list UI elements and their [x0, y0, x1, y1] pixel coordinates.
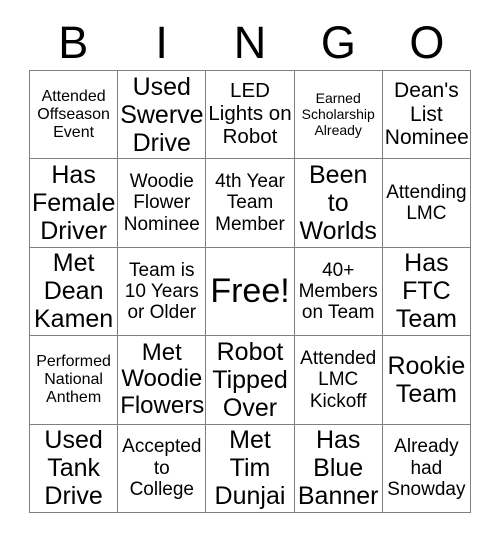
bingo-cell-label: Team is 10 Years or Older	[124, 259, 199, 324]
bingo-cell[interactable]: Attended LMC Kickoff	[294, 336, 383, 425]
bingo-cell-label: Has Blue Banner	[297, 426, 379, 511]
bingo-cell[interactable]: Performed National Anthem	[30, 336, 119, 425]
bingo-cell-label: Used Swerve Drive	[120, 72, 204, 157]
bingo-cell[interactable]: Accepted to College	[118, 424, 207, 513]
bingo-cell[interactable]: Met Woodie Flowers	[118, 336, 207, 425]
bingo-cell-label: Rookie Team	[387, 351, 466, 408]
bingo-cell-label: 40+ Members on Team	[298, 259, 378, 324]
bingo-cell-label: Accepted to College	[122, 436, 202, 500]
bingo-cell-label: Met Tim Dunjai	[214, 426, 286, 511]
bingo-cell[interactable]: 4th Year Team Member	[206, 159, 295, 248]
bingo-cell[interactable]: 40+ Members on Team	[294, 247, 383, 337]
bingo-header-row: B I N G O	[29, 14, 471, 70]
bingo-cell-label: Performed National Anthem	[36, 353, 111, 406]
bingo-free-space[interactable]: Free!	[206, 247, 295, 337]
header-letter-n: N	[233, 16, 267, 68]
bingo-cell-label: Robot Tipped Over	[212, 337, 288, 422]
bingo-cell[interactable]: Met Dean Kamen	[30, 247, 119, 337]
header-letter-i: I	[155, 16, 168, 68]
bingo-cell[interactable]: Has Female Driver	[30, 159, 119, 248]
bingo-cell-label: Free!	[210, 272, 290, 311]
bingo-cell[interactable]: Already had Snowday	[382, 424, 471, 513]
bingo-cell[interactable]: Woodie Flower Nominee	[118, 159, 207, 248]
bingo-cell-label: Attended LMC Kickoff	[300, 347, 377, 412]
bingo-cell-label: Been to Worlds	[299, 161, 377, 246]
bingo-card: B I N G O Attended Offseason Event Used S…	[0, 0, 500, 544]
bingo-grid: Attended Offseason Event Used Swerve Driv…	[29, 70, 471, 513]
bingo-cell[interactable]: Robot Tipped Over	[206, 336, 295, 425]
bingo-cell-label: Earned Scholarship Already	[301, 90, 375, 138]
bingo-cell-label: Has FTC Team	[395, 249, 457, 334]
bingo-cell-label: Attending LMC	[386, 181, 467, 225]
bingo-cell-label: Already had Snowday	[387, 436, 466, 500]
bingo-cell[interactable]: Has Blue Banner	[294, 424, 383, 513]
bingo-cell-label: 4th Year Team Member	[215, 171, 285, 235]
bingo-cell[interactable]: Earned Scholarship Already	[294, 71, 383, 160]
bingo-cell-label: Met Woodie Flowers	[120, 338, 205, 420]
bingo-cell[interactable]: Dean's List Nominee	[382, 71, 471, 160]
bingo-cell-label: LED Lights on Robot	[208, 79, 292, 149]
bingo-cell[interactable]: Attending LMC	[382, 159, 471, 248]
bingo-cell[interactable]: Met Tim Dunjai	[206, 424, 295, 513]
bingo-cell-label: Has Female Driver	[32, 161, 116, 246]
bingo-cell[interactable]: Been to Worlds	[294, 159, 383, 248]
bingo-cell[interactable]: Team is 10 Years or Older	[118, 247, 207, 337]
bingo-cell[interactable]: Has FTC Team	[382, 247, 471, 337]
bingo-cell[interactable]: LED Lights on Robot	[206, 71, 295, 160]
bingo-cell-label: Attended Offseason Event	[37, 87, 110, 141]
bingo-cell-label: Used Tank Drive	[44, 426, 103, 511]
bingo-cell-label: Met Dean Kamen	[33, 249, 114, 334]
header-letter-b: B	[58, 16, 89, 68]
bingo-cell[interactable]: Attended Offseason Event	[30, 71, 119, 160]
bingo-cell-label: Woodie Flower Nominee	[123, 171, 200, 235]
bingo-cell[interactable]: Used Swerve Drive	[118, 71, 207, 160]
bingo-cell-label: Dean's List Nominee	[384, 79, 469, 150]
header-letter-g: G	[320, 16, 356, 68]
bingo-cell[interactable]: Used Tank Drive	[30, 424, 119, 513]
bingo-cell[interactable]: Rookie Team	[382, 336, 471, 425]
header-letter-o: O	[409, 16, 445, 68]
